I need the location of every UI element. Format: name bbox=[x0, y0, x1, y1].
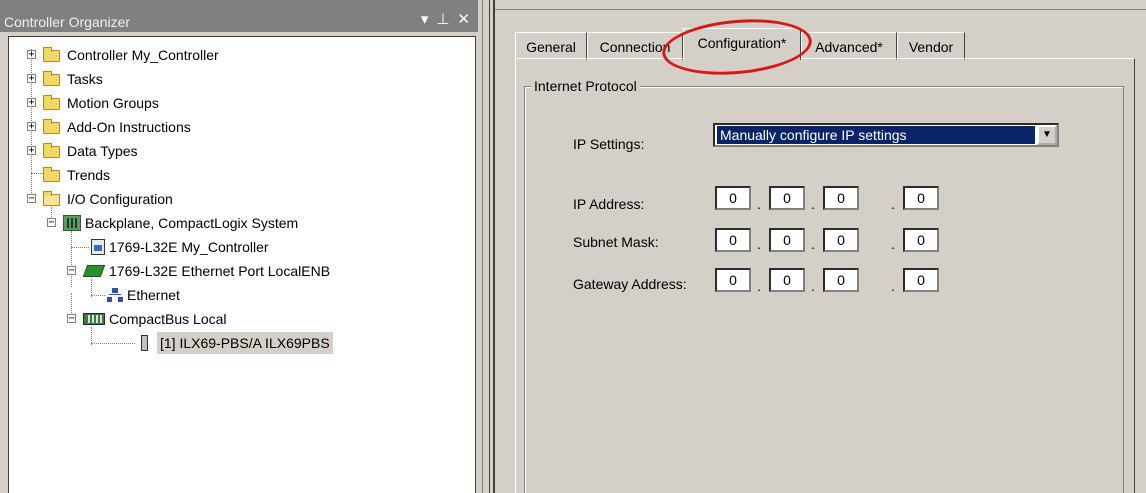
octet-separator: . bbox=[891, 236, 895, 252]
ethernet-port-icon bbox=[82, 265, 106, 277]
gateway-address-label: Gateway Address: bbox=[573, 276, 687, 292]
tree-item-label: Tasks bbox=[67, 71, 103, 87]
tree-item-label: 1769-L32E Ethernet Port LocalENB bbox=[109, 263, 331, 279]
close-icon[interactable]: ✕ bbox=[457, 10, 470, 28]
octet-separator: . bbox=[891, 278, 895, 294]
controller-organizer: Controller Organizer ▾ ⊥ ✕ + Controller … bbox=[0, 0, 482, 493]
tree-item-label: Ethernet bbox=[127, 287, 180, 303]
ip-settings-value: Manually configure IP settings bbox=[717, 126, 1035, 144]
gateway-octet-2[interactable]: 0 bbox=[769, 268, 805, 292]
subnet-mask-label: Subnet Mask: bbox=[573, 234, 659, 250]
octet-separator: . bbox=[757, 278, 761, 294]
gateway-octet-3[interactable]: 0 bbox=[823, 268, 859, 292]
folder-icon bbox=[43, 71, 60, 86]
tree-item-backplane[interactable]: − Backplane, CompactLogix System bbox=[9, 212, 469, 234]
tree-item-label: Motion Groups bbox=[67, 95, 159, 111]
module-properties: General Connection Configuration* Advanc… bbox=[495, 0, 1146, 493]
tree-item-label: Trends bbox=[67, 167, 111, 183]
folder-icon bbox=[43, 95, 60, 110]
tree-item-label: I/O Configuration bbox=[67, 191, 173, 207]
network-icon bbox=[107, 288, 123, 302]
tree-item-label: 1769-L32E My_Controller bbox=[109, 239, 269, 255]
open-folder-icon bbox=[43, 191, 60, 206]
tree-item-io-configuration[interactable]: − I/O Configuration bbox=[9, 188, 469, 210]
expand-icon[interactable]: + bbox=[27, 146, 36, 156]
gateway-octet-4[interactable]: 0 bbox=[903, 268, 939, 292]
tab-general[interactable]: General bbox=[515, 32, 587, 60]
ip-address-octet-1[interactable]: 0 bbox=[715, 186, 751, 210]
pin-icon[interactable]: ⊥ bbox=[436, 10, 449, 28]
octet-separator: . bbox=[811, 196, 815, 212]
tab-configuration[interactable]: Configuration* bbox=[683, 28, 801, 60]
folder-icon bbox=[43, 119, 60, 134]
octet-separator: . bbox=[891, 196, 895, 212]
tree-item-label: Add-On Instructions bbox=[67, 119, 191, 135]
io-module-icon bbox=[141, 335, 148, 351]
organizer-tree: + Controller My_Controller + Tasks + Mot… bbox=[8, 36, 476, 493]
group-title: Internet Protocol bbox=[531, 78, 640, 94]
organizer-title: Controller Organizer bbox=[4, 14, 131, 30]
collapse-icon[interactable]: − bbox=[67, 266, 76, 276]
ip-address-octet-2[interactable]: 0 bbox=[769, 186, 805, 210]
tab-vendor[interactable]: Vendor bbox=[897, 32, 965, 60]
properties-top-edge bbox=[495, 0, 1146, 10]
tree-item-ethernet[interactable]: Ethernet bbox=[9, 284, 469, 306]
tree-item-controller[interactable]: + Controller My_Controller bbox=[9, 44, 469, 66]
organizer-title-controls: ▾ ⊥ ✕ bbox=[421, 10, 470, 28]
octet-separator: . bbox=[757, 236, 761, 252]
subnet-mask-octet-4[interactable]: 0 bbox=[903, 228, 939, 252]
tab-connection[interactable]: Connection bbox=[587, 32, 683, 60]
pane-splitter[interactable] bbox=[482, 0, 490, 493]
collapse-icon[interactable]: − bbox=[27, 194, 36, 204]
subnet-mask-octet-3[interactable]: 0 bbox=[823, 228, 859, 252]
ip-settings-select[interactable]: Manually configure IP settings ▼ bbox=[713, 123, 1059, 147]
gateway-octet-1[interactable]: 0 bbox=[715, 268, 751, 292]
bus-icon bbox=[83, 313, 105, 325]
expand-icon[interactable]: + bbox=[27, 122, 36, 132]
collapse-icon[interactable]: − bbox=[47, 218, 56, 228]
subnet-mask-octet-1[interactable]: 0 bbox=[715, 228, 751, 252]
expand-icon[interactable]: + bbox=[27, 74, 36, 84]
ip-address-octet-4[interactable]: 0 bbox=[903, 186, 939, 210]
tree-item-add-on-instructions[interactable]: + Add-On Instructions bbox=[9, 116, 469, 138]
tree-item-compactbus[interactable]: − CompactBus Local bbox=[9, 308, 469, 330]
folder-icon bbox=[43, 167, 60, 182]
controller-module-icon bbox=[91, 239, 105, 255]
octet-separator: . bbox=[757, 196, 761, 212]
organizer-title-bar: Controller Organizer ▾ ⊥ ✕ bbox=[0, 0, 478, 32]
tree-item-label: CompactBus Local bbox=[109, 311, 227, 327]
octet-separator: . bbox=[811, 278, 815, 294]
expand-icon[interactable]: + bbox=[27, 50, 36, 60]
tree-item-trends[interactable]: Trends bbox=[9, 164, 469, 186]
ip-address-octet-3[interactable]: 0 bbox=[823, 186, 859, 210]
tree-item-tasks[interactable]: + Tasks bbox=[9, 68, 469, 90]
ip-address-label: IP Address: bbox=[573, 196, 645, 212]
tree-item-label: Controller My_Controller bbox=[67, 47, 219, 63]
chevron-down-icon[interactable]: ▼ bbox=[1037, 125, 1057, 145]
octet-separator: . bbox=[811, 236, 815, 252]
collapse-icon[interactable]: − bbox=[67, 314, 76, 324]
ip-settings-label: IP Settings: bbox=[573, 136, 645, 152]
tree-item-module[interactable]: [1] ILX69-PBS/A ILX69PBS bbox=[9, 332, 469, 354]
tree-item-data-types[interactable]: + Data Types bbox=[9, 140, 469, 162]
tree-item-label: Backplane, CompactLogix System bbox=[85, 215, 299, 231]
folder-icon bbox=[43, 143, 60, 158]
tree-item-label: Data Types bbox=[67, 143, 138, 159]
subnet-mask-octet-2[interactable]: 0 bbox=[769, 228, 805, 252]
tree-item-label: [1] ILX69-PBS/A ILX69PBS bbox=[157, 332, 333, 354]
tree-item-ethernet-port[interactable]: − 1769-L32E Ethernet Port LocalENB bbox=[9, 260, 469, 282]
tree-item-motion-groups[interactable]: + Motion Groups bbox=[9, 92, 469, 114]
chassis-icon bbox=[63, 215, 81, 231]
tree-item-controller-module[interactable]: 1769-L32E My_Controller bbox=[9, 236, 469, 258]
tab-advanced[interactable]: Advanced* bbox=[801, 32, 897, 60]
folder-icon bbox=[43, 47, 60, 62]
dropdown-icon[interactable]: ▾ bbox=[421, 10, 429, 28]
expand-icon[interactable]: + bbox=[27, 98, 36, 108]
